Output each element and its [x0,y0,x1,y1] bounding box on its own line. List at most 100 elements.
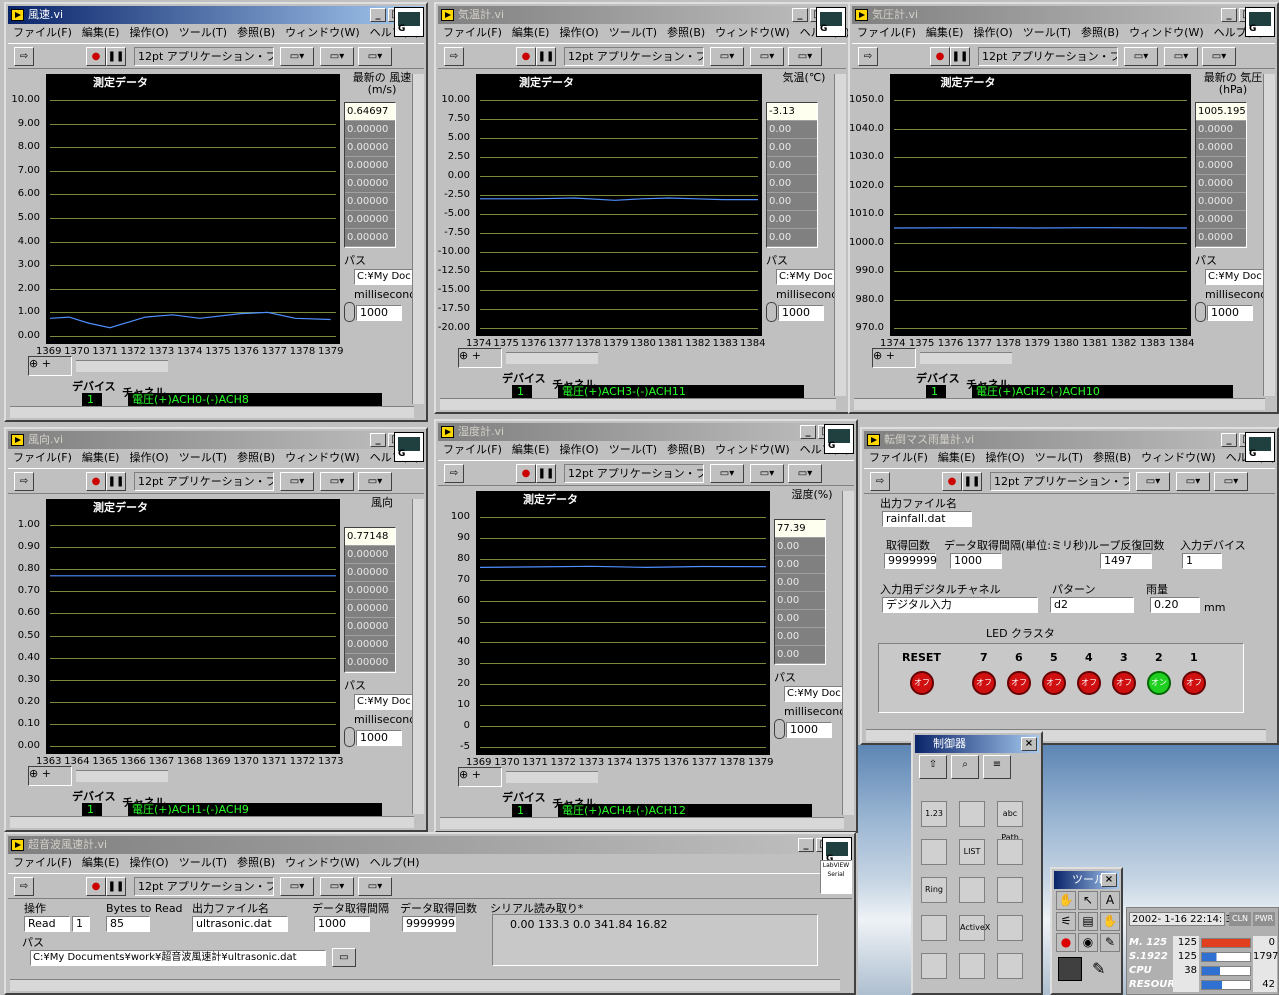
menu-item[interactable]: ファイル(F) [13,26,72,39]
horizontal-scrollbar[interactable] [10,979,840,991]
menu-item[interactable]: ウィンドウ(W) [1141,451,1215,464]
run-arrow-button[interactable]: ⇨ [444,47,464,66]
led-3[interactable]: オフ [1112,671,1136,695]
chart-scrollbar[interactable] [920,352,1012,364]
menu-item[interactable]: ファイル(F) [13,856,72,869]
refnum-icon[interactable] [997,877,1023,903]
close-button[interactable]: × [1101,873,1117,887]
user-controls-icon[interactable] [959,953,985,979]
font-selector[interactable]: 12pt アプリケーション・フォント [990,472,1130,491]
horizontal-scrollbar[interactable] [440,817,844,829]
led-1[interactable]: オフ [1182,671,1206,695]
distribute-objects-button[interactable]: ▭▾ [320,877,354,896]
count-field[interactable]: 9999999 [402,916,456,932]
digital-channel-selector[interactable]: デジタル入力 [882,597,1038,613]
interval-field[interactable]: 1000 [950,553,1002,569]
graph-icon[interactable] [997,839,1023,865]
abort-button[interactable]: ● [516,47,536,66]
boolean-icon[interactable] [959,801,985,827]
abort-button[interactable]: ● [86,472,106,491]
io-icon[interactable] [959,877,985,903]
menu-item[interactable]: ウィンドウ(W) [715,443,789,456]
path-field[interactable]: C:¥My Doc [354,269,414,285]
interval-spinner[interactable] [774,719,785,739]
menu-item[interactable]: ウィンドウ(W) [1129,26,1203,39]
menu-item[interactable]: 操作(O) [973,26,1012,39]
numeric-control-icon[interactable]: 1.23 [921,801,947,827]
align-objects-button[interactable]: ▭▾ [280,47,314,66]
path-field[interactable]: C:¥My Doc [354,694,414,710]
chart-scrollbar[interactable] [506,771,598,783]
pause-button[interactable]: ❚❚ [106,472,126,491]
close-button[interactable]: × [1021,737,1037,751]
align-objects-button[interactable]: ▭▾ [710,464,744,483]
distribute-objects-button[interactable]: ▭▾ [750,464,784,483]
led-5[interactable]: オフ [1042,671,1066,695]
menu-item[interactable]: ウィンドウ(W) [285,451,359,464]
interval-field[interactable]: 1000 [786,722,832,738]
menu-item[interactable]: 操作(O) [129,26,168,39]
interval-spinner[interactable] [766,302,777,322]
minimize-button[interactable]: _ [1221,433,1237,447]
color-box[interactable] [1058,957,1082,981]
menu-item[interactable]: 編集(E) [82,451,120,464]
font-selector[interactable]: 12pt アプリケーション・フォント [134,47,274,66]
probe-icon[interactable]: ◉ [1078,933,1098,952]
minimize-button[interactable]: _ [792,8,808,22]
abort-button[interactable]: ● [942,472,962,491]
horizontal-scrollbar[interactable] [10,406,414,418]
menu-item[interactable]: 参照(B) [237,451,275,464]
reset-led[interactable]: オフ [910,671,934,695]
operate-hand-icon[interactable]: ✋ [1056,891,1076,910]
reorder-button[interactable]: ▭▾ [788,47,822,66]
menu-item[interactable]: 参照(B) [667,26,705,39]
menu-item[interactable]: ファイル(F) [443,443,502,456]
tag-cln[interactable]: CLN [1229,912,1251,926]
menu-item[interactable]: 操作(O) [129,856,168,869]
pause-button[interactable]: ❚❚ [536,464,556,483]
list-table-icon[interactable]: LIST [959,839,985,865]
output-file-field[interactable]: ultrasonic.dat [192,916,288,932]
interval-field[interactable]: 1000 [356,305,402,321]
menu-item[interactable]: 操作(O) [129,451,168,464]
minimize-button[interactable]: _ [798,838,814,852]
color-brush-icon[interactable]: ✎ [1092,959,1114,981]
minimize-button[interactable]: _ [1221,8,1237,22]
menu-item[interactable]: 参照(B) [237,26,275,39]
interval-spinner[interactable] [1195,302,1206,322]
interval-spinner[interactable] [344,727,355,747]
reorder-button[interactable]: ▭▾ [358,472,392,491]
distribute-objects-button[interactable]: ▭▾ [320,47,354,66]
menu-item[interactable]: ツール(T) [179,26,227,39]
reorder-button[interactable]: ▭▾ [358,47,392,66]
menu-item[interactable]: 編集(E) [926,26,964,39]
wiring-icon[interactable]: ⚟ [1056,912,1076,931]
dialog-icon[interactable] [921,915,947,941]
run-arrow-button[interactable]: ⇨ [444,464,464,483]
minimize-button[interactable]: _ [370,8,386,22]
menu-item[interactable]: ファイル(F) [13,451,72,464]
menu-item[interactable]: ツール(T) [609,26,657,39]
distribute-objects-button[interactable]: ▭▾ [320,472,354,491]
vertical-scrollbar[interactable] [842,491,854,815]
bytes-to-read-field[interactable]: 85 [106,916,150,932]
input-device-field[interactable]: 1 [1182,553,1222,569]
interval-spinner[interactable] [344,302,355,322]
align-objects-button[interactable]: ▭▾ [710,47,744,66]
reorder-button[interactable]: ▭▾ [1202,47,1236,66]
menu-item[interactable]: ウィンドウ(W) [715,26,789,39]
popup-icon[interactable]: ▤ [1078,912,1098,931]
align-objects-button[interactable]: ▭▾ [280,472,314,491]
minimize-button[interactable]: _ [800,425,816,439]
pause-button[interactable]: ❚❚ [950,47,970,66]
align-objects-button[interactable]: ▭▾ [1124,47,1158,66]
align-objects-button[interactable]: ▭▾ [1136,472,1170,491]
menu-item[interactable]: 編集(E) [82,26,120,39]
custom-icon[interactable] [997,953,1023,979]
menu-item[interactable]: ウィンドウ(W) [285,856,359,869]
graph-palette[interactable]: ⊕ + [28,766,72,786]
font-selector[interactable]: 12pt アプリケーション・フォント [978,47,1118,66]
chart-scrollbar[interactable] [76,360,168,372]
menu-item[interactable]: 参照(B) [1081,26,1119,39]
pause-button[interactable]: ❚❚ [536,47,556,66]
